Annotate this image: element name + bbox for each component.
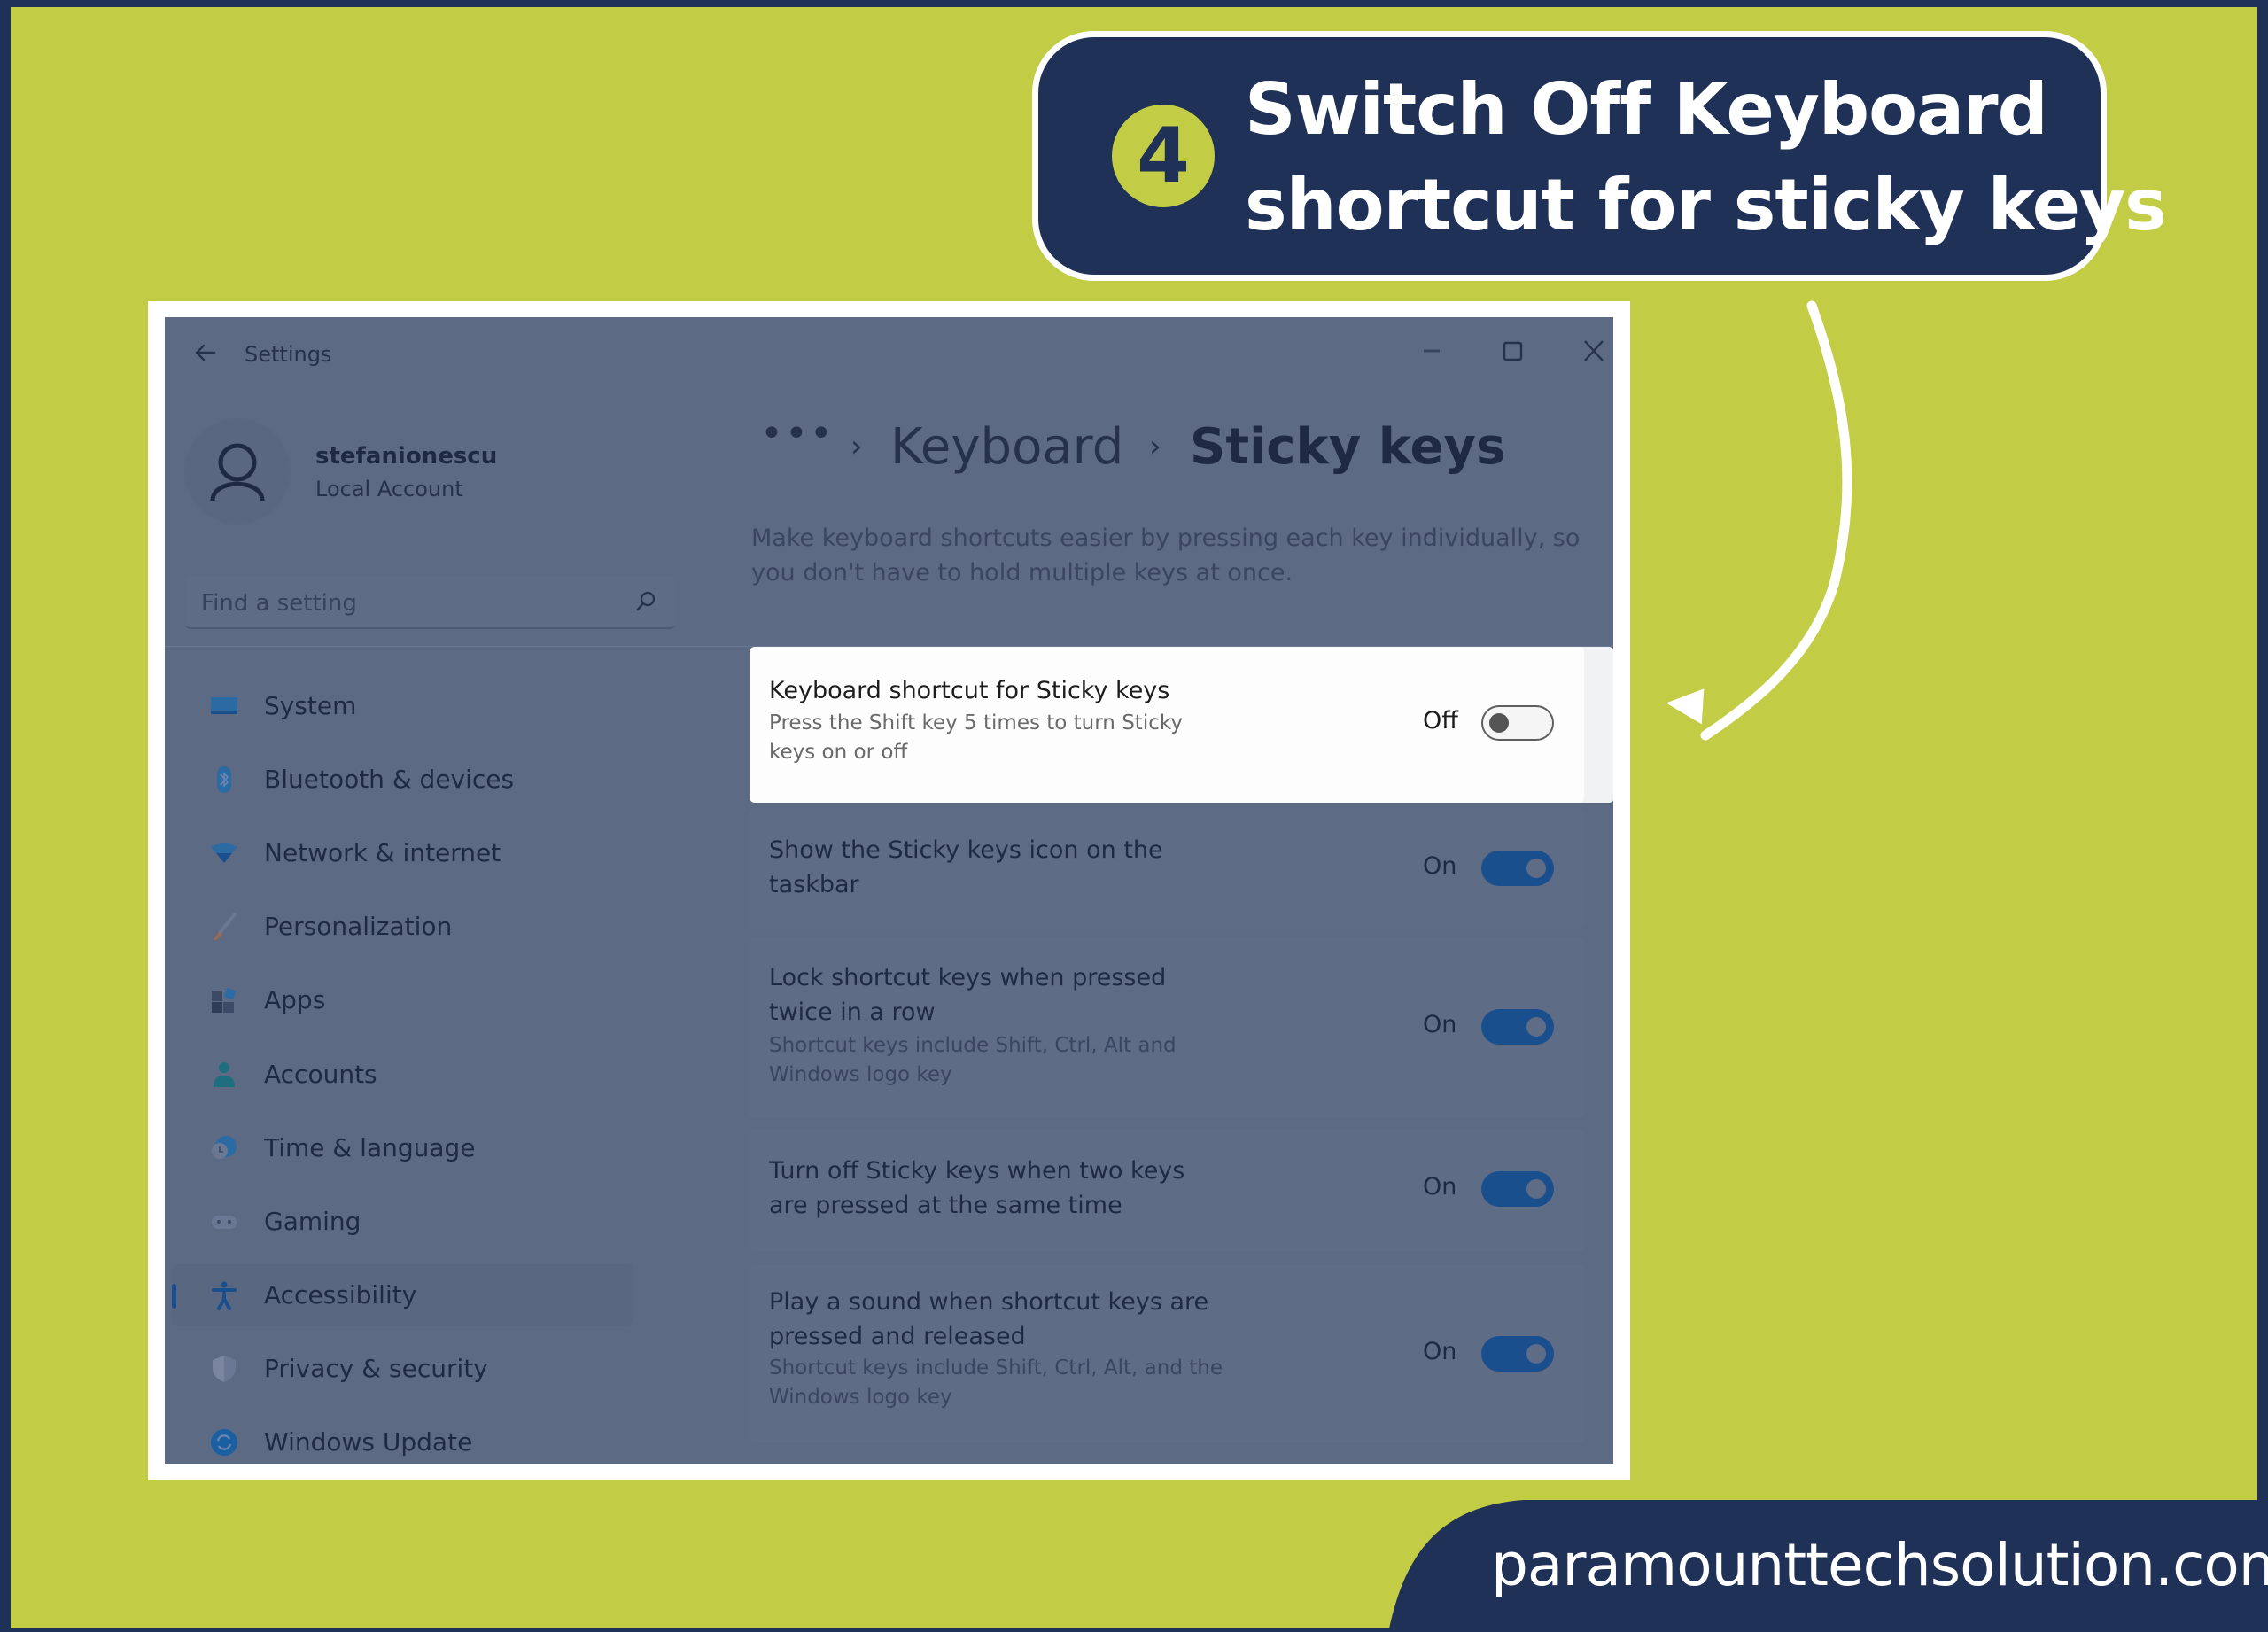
setting-subtitle: Shortcut keys include Shift, Ctrl, Alt a… [769, 1034, 1177, 1086]
show-icon-toggle[interactable] [1481, 851, 1554, 886]
gamepad-icon [212, 1216, 237, 1229]
page-description: Make keyboard shortcuts easier by pressi… [751, 525, 1581, 587]
update-icon [211, 1429, 237, 1456]
setting-card-keyboard-shortcut: Keyboard shortcut for Sticky keys Press … [750, 647, 1584, 803]
sidebar-item-time-language[interactable]: Time & language [172, 1117, 633, 1179]
sidebar-item-bluetooth-devices[interactable]: Bluetooth & devices [172, 749, 633, 811]
breadcrumb-overflow-button[interactable]: ••• [760, 411, 835, 456]
lock-shortcut-toggle[interactable] [1481, 1009, 1554, 1045]
website-url: paramounttechsolution.com [1491, 1531, 2268, 1599]
step-callout-text: Switch Off Keyboard shortcut for sticky … [1245, 62, 2167, 253]
sidebar-item-label: Personalization [264, 912, 453, 941]
window-title: Settings [245, 342, 332, 367]
keyboard-shortcut-toggle[interactable] [1481, 705, 1554, 741]
sidebar-item-label: Accessibility [264, 1280, 417, 1309]
toggle-knob [1526, 1344, 1546, 1364]
account-username: stefanionescu [315, 443, 498, 470]
bluetooth-icon [217, 766, 231, 793]
toggle-state-label: Off [1423, 707, 1458, 734]
sidebar-item-label: Privacy & security [264, 1354, 488, 1383]
shield-icon [213, 1356, 236, 1382]
setting-subtitle: Press the Shift key 5 times to turn Stic… [769, 711, 1183, 764]
play-sound-toggle[interactable] [1481, 1336, 1554, 1372]
setting-title: Keyboard shortcut for Sticky keys [769, 677, 1170, 704]
setting-card-play-sound: Play a sound when shortcut keys are pres… [750, 1265, 1584, 1442]
sidebar-item-apps[interactable]: Apps [172, 969, 633, 1031]
search-input[interactable]: Find a setting [185, 576, 675, 629]
sidebar-item-system[interactable]: System [172, 675, 633, 737]
toggle-knob [1526, 1179, 1546, 1199]
sidebar-item-label: Windows Update [264, 1427, 473, 1457]
search-placeholder: Find a setting [201, 590, 357, 617]
sidebar-item-label: Apps [264, 985, 326, 1014]
selected-indicator [172, 1284, 176, 1309]
setting-card-turn-off-two-keys: Turn off Sticky keys when two keys are p… [750, 1129, 1584, 1251]
person-icon [214, 1062, 235, 1087]
settings-window: Settings stefanionescu Local Account Fin… [165, 317, 1613, 1464]
sidebar-item-network-internet[interactable]: Network & internet [172, 822, 633, 884]
sidebar-item-label: Gaming [264, 1207, 361, 1236]
toggle-state-label: On [1423, 1173, 1457, 1201]
sidebar-item-label: Network & internet [264, 838, 501, 867]
toggle-state-label: On [1423, 1011, 1457, 1038]
sidebar-item-label: Accounts [264, 1060, 377, 1089]
step-callout-line-1: Switch Off Keyboard [1245, 68, 2048, 151]
toggle-knob [1526, 1017, 1546, 1037]
toggle-knob [1489, 713, 1509, 733]
setting-title: Turn off Sticky keys when two keys are p… [769, 1157, 1185, 1219]
sidebar-item-personalization[interactable]: Personalization [172, 896, 633, 958]
sidebar-item-gaming[interactable]: Gaming [172, 1191, 633, 1253]
turn-off-two-keys-toggle[interactable] [1481, 1171, 1554, 1207]
wifi-icon [211, 843, 237, 863]
sidebar-item-windows-update[interactable]: Windows Update [172, 1411, 633, 1464]
person-outline-icon [210, 443, 265, 501]
sidebar-item-privacy-security[interactable]: Privacy & security [172, 1338, 633, 1400]
account-type: Local Account [315, 477, 463, 501]
setting-title: Lock shortcut keys when pressed twice in… [769, 964, 1167, 1026]
sidebar-item-label: System [264, 691, 357, 720]
close-button[interactable] [1572, 333, 1613, 369]
accessibility-icon [212, 1281, 237, 1310]
step-callout-line-2: shortcut for sticky keys [1245, 164, 2167, 246]
apps-icon [212, 988, 237, 1013]
sidebar-item-accessibility[interactable]: Accessibility [172, 1264, 633, 1326]
search-icon[interactable] [633, 588, 659, 615]
back-button[interactable] [188, 337, 223, 369]
breadcrumb-separator: › [1149, 429, 1161, 464]
toggle-state-label: On [1423, 852, 1457, 880]
sidebar-item-label: Bluetooth & devices [264, 765, 515, 794]
setting-card-lock-shortcut: Lock shortcut keys when pressed twice in… [750, 937, 1584, 1118]
setting-title: Show the Sticky keys icon on the taskbar [769, 836, 1163, 898]
monitor-icon [211, 697, 237, 714]
page-title: Sticky keys [1190, 418, 1506, 476]
toggle-state-label: On [1423, 1338, 1457, 1365]
breadcrumb-keyboard-link[interactable]: Keyboard [890, 418, 1123, 476]
setting-title: Play a sound when shortcut keys are pres… [769, 1288, 1209, 1350]
setting-card-show-icon: Show the Sticky keys icon on the taskbar… [750, 808, 1584, 929]
globe-clock-icon [212, 1136, 237, 1159]
brush-icon [214, 913, 237, 940]
toggle-knob [1526, 859, 1546, 878]
sidebar-item-label: Time & language [264, 1133, 476, 1162]
minimize-button[interactable] [1410, 333, 1454, 369]
breadcrumb-separator: › [850, 429, 863, 464]
avatar[interactable] [184, 418, 291, 525]
maximize-button[interactable] [1490, 333, 1534, 369]
sidebar-item-accounts[interactable]: Accounts [172, 1044, 633, 1106]
setting-subtitle: Shortcut keys include Shift, Ctrl, Alt, … [769, 1356, 1223, 1409]
step-number-badge: 4 [1112, 105, 1215, 207]
